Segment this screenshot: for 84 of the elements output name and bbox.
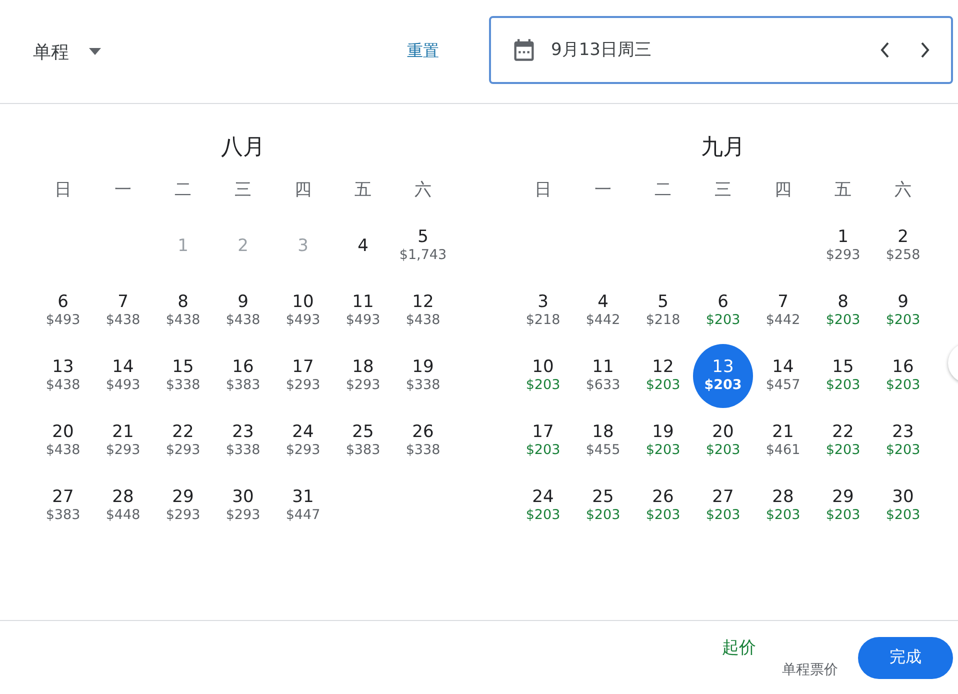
calendar-day[interactable]: 11 $493 bbox=[333, 279, 393, 343]
calendar-day[interactable]: 16 $203 bbox=[873, 344, 933, 408]
weekday-label: 四 bbox=[294, 179, 312, 202]
calendar-day[interactable]: 27 $383 bbox=[33, 474, 93, 538]
weekday-label: 五 bbox=[354, 179, 372, 202]
calendar-day[interactable]: 2 $258 bbox=[873, 214, 933, 278]
calendar-day[interactable]: 8 $203 bbox=[813, 279, 873, 343]
price-label: 起价 bbox=[722, 637, 756, 659]
month-title: 八月 bbox=[220, 134, 266, 162]
weekday-label: 二 bbox=[654, 179, 672, 202]
calendar-day[interactable]: 24 $293 bbox=[273, 409, 333, 473]
calendar-day[interactable]: 5 $218 bbox=[633, 279, 693, 343]
calendar-day[interactable]: 9 $203 bbox=[873, 279, 933, 343]
calendar-day[interactable]: 25 $203 bbox=[573, 474, 633, 538]
weekday-label: 六 bbox=[414, 179, 432, 202]
calendar-day[interactable]: 4 bbox=[333, 214, 393, 278]
calendar-day[interactable]: 15 $338 bbox=[153, 344, 213, 408]
calendar-day[interactable]: 7 $438 bbox=[93, 279, 153, 343]
calendar-day[interactable]: 24 $203 bbox=[513, 474, 573, 538]
calendar-day[interactable]: 20 $438 bbox=[33, 409, 93, 473]
weekday-label: 四 bbox=[774, 179, 792, 202]
calendar-day[interactable]: 12 $438 bbox=[393, 279, 453, 343]
calendar-day[interactable]: 19 $338 bbox=[393, 344, 453, 408]
calendar-day[interactable]: 25 $383 bbox=[333, 409, 393, 473]
weekday-label: 一 bbox=[594, 179, 612, 202]
calendar-day[interactable]: 22 $203 bbox=[813, 409, 873, 473]
calendar-day[interactable]: 18 $455 bbox=[573, 409, 633, 473]
caret-icon bbox=[89, 48, 101, 55]
chevron-right-icon bbox=[919, 40, 931, 58]
calendar-day[interactable]: 26 $338 bbox=[393, 409, 453, 473]
weekday-label: 五 bbox=[834, 179, 852, 202]
calendar-day[interactable]: 4 $442 bbox=[573, 279, 633, 343]
calendar-day[interactable]: 19 $203 bbox=[633, 409, 693, 473]
calendar-day[interactable]: 28 $448 bbox=[93, 474, 153, 538]
calendar-day[interactable]: 29 $293 bbox=[153, 474, 213, 538]
calendar-day[interactable]: 13 $203 bbox=[693, 344, 753, 408]
calendar-day[interactable]: 11 $633 bbox=[573, 344, 633, 408]
calendar-day[interactable]: 31 $447 bbox=[273, 474, 333, 538]
done-button[interactable]: 完成 bbox=[858, 636, 953, 678]
calendar-day[interactable]: 6 $493 bbox=[33, 279, 93, 343]
calendar-day[interactable]: 17 $293 bbox=[273, 344, 333, 408]
calendar-day[interactable]: 27 $203 bbox=[693, 474, 753, 538]
weekday-label: 日 bbox=[534, 179, 552, 202]
calendar-day[interactable]: 18 $293 bbox=[333, 344, 393, 408]
calendar-day[interactable]: 16 $383 bbox=[213, 344, 273, 408]
weekday-label: 一 bbox=[114, 179, 132, 202]
calendar-day[interactable]: 21 $461 bbox=[753, 409, 813, 473]
calendar-day[interactable]: 9 $438 bbox=[213, 279, 273, 343]
calendar-day[interactable]: 14 $457 bbox=[753, 344, 813, 408]
calendar-day[interactable]: 23 $338 bbox=[213, 409, 273, 473]
calendar-day[interactable]: 1 $293 bbox=[813, 214, 873, 278]
chevron-left-icon bbox=[879, 40, 891, 58]
calendar-day[interactable]: 26 $203 bbox=[633, 474, 693, 538]
calendar-day[interactable]: 8 $438 bbox=[153, 279, 213, 343]
calendar-day[interactable]: 15 $203 bbox=[813, 344, 873, 408]
month-title: 九月 bbox=[700, 134, 746, 162]
calendar-day[interactable]: 10 $203 bbox=[513, 344, 573, 408]
calendar-day[interactable]: 21 $293 bbox=[93, 409, 153, 473]
calendar-day[interactable]: 12 $203 bbox=[633, 344, 693, 408]
calendar-day[interactable]: 28 $203 bbox=[753, 474, 813, 538]
calendar-day[interactable]: 14 $493 bbox=[93, 344, 153, 408]
calendar-day[interactable]: 22 $293 bbox=[153, 409, 213, 473]
calendar-day[interactable]: 30 $293 bbox=[213, 474, 273, 538]
calendar-day[interactable]: 5 $1,743 bbox=[393, 214, 453, 278]
reset-link[interactable]: 重置 bbox=[407, 41, 439, 62]
weekday-label: 六 bbox=[894, 179, 912, 202]
calendar-day[interactable]: 7 $442 bbox=[753, 279, 813, 343]
date-field[interactable]: 9月13日周三 bbox=[489, 16, 953, 84]
calendar-day[interactable]: 23 $203 bbox=[873, 409, 933, 473]
weekday-label: 二 bbox=[174, 179, 192, 202]
date-input[interactable]: 9月13日周三 bbox=[549, 38, 859, 60]
weekday-label: 日 bbox=[54, 179, 72, 202]
calendar-day[interactable]: 10 $493 bbox=[273, 279, 333, 343]
calendar-day[interactable]: 13 $438 bbox=[33, 344, 93, 408]
trip-type-dropdown[interactable]: 单程 bbox=[33, 40, 101, 64]
calendar-day[interactable]: 30 $203 bbox=[873, 474, 933, 538]
weekday-label: 三 bbox=[714, 179, 732, 202]
weekday-label: 三 bbox=[234, 179, 252, 202]
calendar-day[interactable]: 6 $203 bbox=[693, 279, 753, 343]
price-note: 单程票价 bbox=[781, 661, 838, 679]
calendar-day[interactable]: 3 $218 bbox=[513, 279, 573, 343]
calendar-day[interactable]: 17 $203 bbox=[513, 409, 573, 473]
calendar-day[interactable]: 29 $203 bbox=[813, 474, 873, 538]
calendar-day[interactable]: 20 $203 bbox=[693, 409, 753, 473]
